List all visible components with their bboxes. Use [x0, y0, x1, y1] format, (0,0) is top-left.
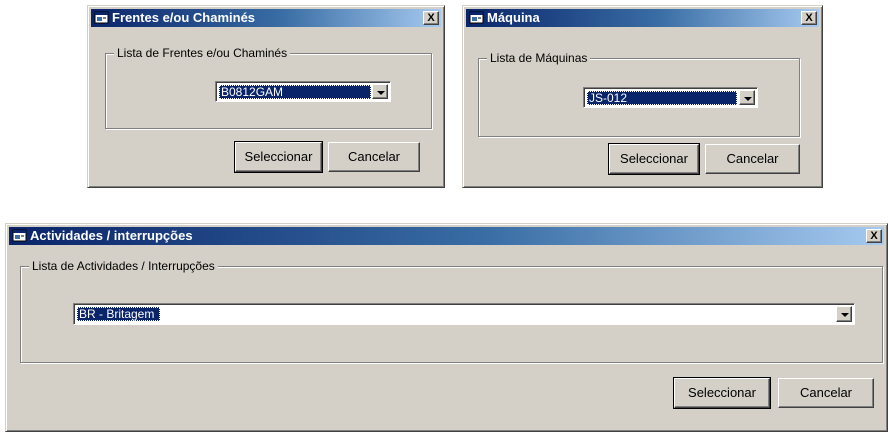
maquina-title-bar[interactable]: Máquina X: [466, 9, 819, 27]
actividades-title-bar[interactable]: Actividades / interrupções X: [9, 227, 884, 245]
actividades-dialog: Actividades / interrupções X Lista de Ac…: [5, 223, 888, 432]
frentes-dialog: Frentes e/ou Chaminés X Lista de Frentes…: [87, 5, 445, 188]
frentes-close-button[interactable]: X: [423, 11, 439, 25]
frentes-list-group: Lista de Frentes e/ou Chaminés B0812GAM: [105, 46, 432, 129]
maquina-group-label: Lista de Máquinas: [487, 51, 591, 65]
maquina-cancel-button[interactable]: Cancelar: [705, 144, 800, 174]
maquina-list-group: Lista de Máquinas JS-012: [478, 51, 800, 137]
actividades-close-button[interactable]: X: [866, 229, 882, 243]
chevron-down-icon[interactable]: [836, 306, 852, 322]
frentes-cancel-button[interactable]: Cancelar: [328, 142, 420, 172]
maquina-title: Máquina: [487, 10, 540, 25]
frentes-title-bar[interactable]: Frentes e/ou Chaminés X: [91, 9, 441, 27]
frentes-group-label: Lista de Frentes e/ou Chaminés: [114, 46, 291, 60]
frentes-title: Frentes e/ou Chaminés: [112, 10, 256, 25]
actividades-list-group: Lista de Actividades / Interrupções BR -…: [20, 259, 883, 363]
frentes-select-button[interactable]: Seleccionar: [234, 141, 323, 173]
actividades-selected-value: BR - Britagem: [77, 307, 161, 321]
frentes-combo[interactable]: B0812GAM: [215, 81, 391, 102]
maquina-selected-value: JS-012: [587, 91, 737, 105]
maquina-close-button[interactable]: X: [801, 11, 817, 25]
actividades-combo[interactable]: BR - Britagem: [73, 303, 855, 325]
maquina-dialog: Máquina X Lista de Máquinas JS-012 Selec…: [462, 5, 823, 188]
actividades-cancel-button[interactable]: Cancelar: [778, 378, 874, 408]
actividades-group-label: Lista de Actividades / Interrupções: [29, 259, 218, 273]
actividades-select-button[interactable]: Seleccionar: [673, 377, 771, 409]
app-window-icon: [12, 229, 27, 242]
maquina-select-button[interactable]: Seleccionar: [608, 143, 700, 175]
actividades-title: Actividades / interrupções: [30, 228, 193, 243]
app-window-icon: [469, 11, 484, 24]
chevron-down-icon[interactable]: [739, 90, 755, 105]
chevron-down-icon[interactable]: [372, 84, 388, 99]
maquina-combo[interactable]: JS-012: [583, 87, 758, 108]
frentes-selected-value: B0812GAM: [219, 85, 371, 99]
app-window-icon: [94, 11, 109, 24]
